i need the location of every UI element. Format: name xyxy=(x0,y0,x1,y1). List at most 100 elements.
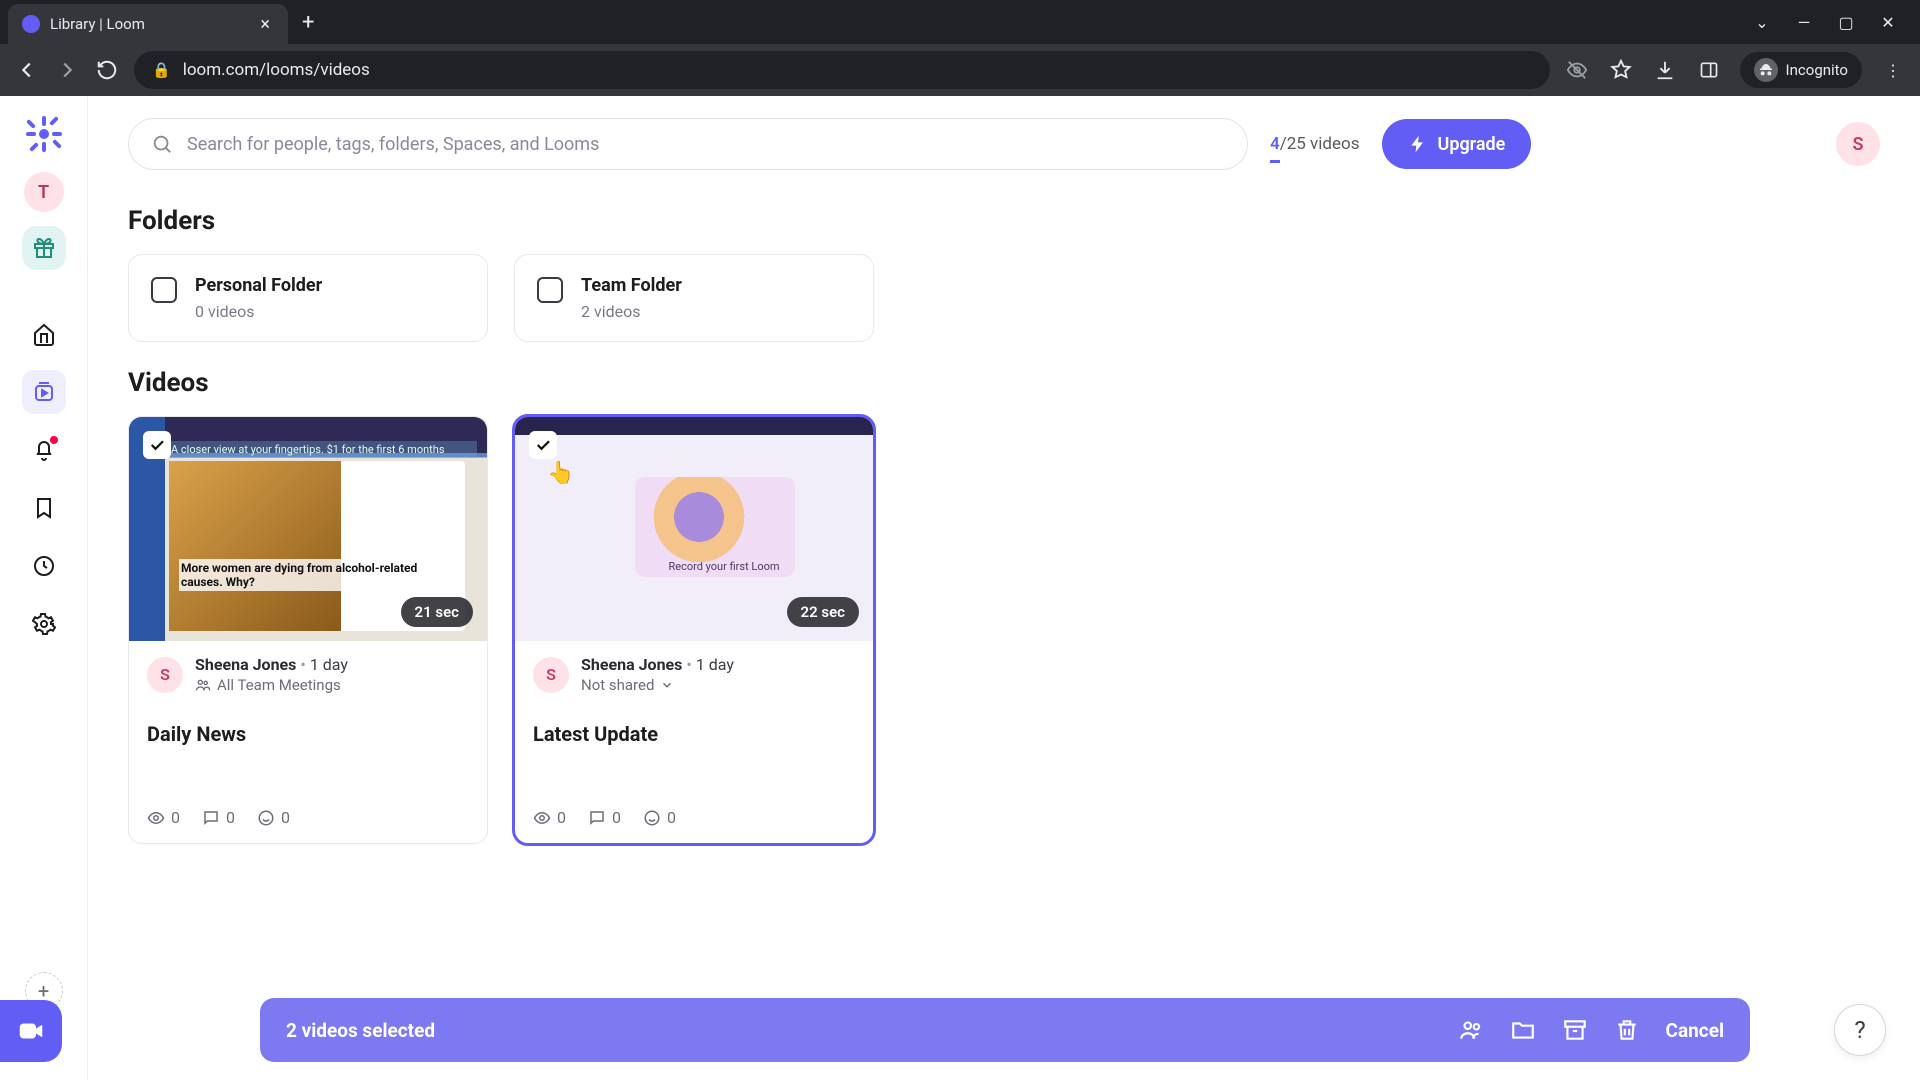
main-content: Search for people, tags, folders, Spaces… xyxy=(88,96,1920,1080)
sidebar: T + A xyxy=(0,96,88,1080)
video-thumbnail[interactable]: A closer view at your fingertips. $1 for… xyxy=(129,417,487,641)
folder-checkbox[interactable] xyxy=(151,277,177,303)
notifications-icon[interactable] xyxy=(22,428,66,472)
folder-subtitle: 0 videos xyxy=(195,302,322,321)
bookmark-icon[interactable] xyxy=(22,486,66,530)
upgrade-label: Upgrade xyxy=(1438,134,1506,155)
eye-icon xyxy=(533,809,551,827)
browser-menu-icon[interactable]: ⋮ xyxy=(1880,57,1906,83)
new-tab-button[interactable]: + xyxy=(302,10,314,35)
video-title: Daily News xyxy=(147,722,469,746)
tab-bar: Library | Loom × + ⌄ — ▢ ✕ xyxy=(0,0,1920,44)
incognito-label: Incognito xyxy=(1786,61,1848,79)
bolt-icon xyxy=(1408,134,1428,154)
window-maximize-icon[interactable]: ▢ xyxy=(1836,13,1856,32)
address-bar: 🔒 loom.com/looms/videos Incognito ⋮ xyxy=(0,44,1920,96)
video-quota[interactable]: 4/25 videos xyxy=(1270,134,1360,154)
incognito-indicator[interactable]: Incognito xyxy=(1740,52,1862,88)
window-close-icon[interactable]: ✕ xyxy=(1878,13,1898,32)
views-stat: 0 xyxy=(533,808,566,827)
folders-heading: Folders xyxy=(128,206,1880,236)
comment-icon xyxy=(588,809,606,827)
author-avatar[interactable]: S xyxy=(533,657,569,693)
eye-off-icon[interactable] xyxy=(1564,57,1590,83)
bookmark-star-icon[interactable] xyxy=(1608,57,1634,83)
comments-stat: 0 xyxy=(202,808,235,827)
smile-icon xyxy=(643,809,661,827)
search-icon xyxy=(151,133,173,155)
url-input[interactable]: 🔒 loom.com/looms/videos xyxy=(134,51,1550,89)
people-icon xyxy=(195,677,211,693)
duration-badge: 22 sec xyxy=(787,597,859,627)
window-minimize-icon[interactable]: — xyxy=(1794,13,1814,32)
video-meta: Sheena Jones•1 day xyxy=(195,655,348,674)
folder-checkbox[interactable] xyxy=(537,277,563,303)
nav-forward-icon[interactable] xyxy=(54,57,80,83)
browser-tab[interactable]: Library | Loom × xyxy=(8,4,288,44)
topbar: Search for people, tags, folders, Spaces… xyxy=(128,96,1880,180)
library-icon[interactable] xyxy=(22,370,66,414)
home-icon[interactable] xyxy=(22,312,66,356)
loom-logo[interactable] xyxy=(24,114,64,154)
archive-icon[interactable] xyxy=(1562,1017,1588,1043)
comments-stat: 0 xyxy=(588,808,621,827)
user-avatar[interactable]: S xyxy=(1836,122,1880,166)
settings-icon[interactable] xyxy=(22,602,66,646)
reactions-stat: 0 xyxy=(643,808,676,827)
panel-icon[interactable] xyxy=(1696,57,1722,83)
tab-close-icon[interactable]: × xyxy=(256,12,274,37)
eye-icon xyxy=(147,809,165,827)
tab-overflow-icon[interactable]: ⌄ xyxy=(1752,13,1772,32)
folder-name: Team Folder xyxy=(581,275,682,296)
share-status[interactable]: All Team Meetings xyxy=(195,676,348,694)
folders-list: Personal Folder 0 videos Team Folder 2 v… xyxy=(128,254,1880,342)
videos-list: A closer view at your fingertips. $1 for… xyxy=(128,416,1880,844)
url-text: loom.com/looms/videos xyxy=(183,60,370,80)
video-stats: 0 0 0 xyxy=(533,808,855,827)
comment-icon xyxy=(202,809,220,827)
nav-back-icon[interactable] xyxy=(14,57,40,83)
reactions-stat: 0 xyxy=(257,808,290,827)
cursor-icon: 👆 xyxy=(547,461,574,486)
video-stats: 0 0 0 xyxy=(147,808,469,827)
video-card[interactable]: Record your first Loom 👆 22 sec S Sheena… xyxy=(514,416,874,844)
browser-chrome: Library | Loom × + ⌄ — ▢ ✕ 🔒 loom.com/lo… xyxy=(0,0,1920,96)
nav-reload-icon[interactable] xyxy=(94,57,120,83)
downloads-icon[interactable] xyxy=(1652,57,1678,83)
tab-title: Library | Loom xyxy=(50,15,246,33)
delete-icon[interactable] xyxy=(1614,1017,1640,1043)
video-card[interactable]: A closer view at your fingertips. $1 for… xyxy=(128,416,488,844)
selection-count: 2 videos selected xyxy=(286,1019,435,1042)
chevron-down-icon xyxy=(660,678,674,692)
folder-card[interactable]: Personal Folder 0 videos xyxy=(128,254,488,342)
search-placeholder: Search for people, tags, folders, Spaces… xyxy=(187,134,599,155)
cancel-selection-button[interactable]: Cancel xyxy=(1666,1019,1724,1042)
video-thumbnail[interactable]: Record your first Loom 👆 22 sec xyxy=(515,417,873,641)
folder-subtitle: 2 videos xyxy=(581,302,682,321)
help-button[interactable]: ? xyxy=(1834,1004,1886,1056)
upgrade-button[interactable]: Upgrade xyxy=(1382,119,1532,169)
video-select-checkbox[interactable] xyxy=(529,431,557,459)
address-bar-actions: Incognito ⋮ xyxy=(1564,52,1906,88)
video-meta: Sheena Jones•1 day xyxy=(581,655,734,674)
folder-card[interactable]: Team Folder 2 videos xyxy=(514,254,874,342)
gift-icon[interactable] xyxy=(22,226,66,270)
app-root: T + A Search for people, tags, folders, … xyxy=(0,96,1920,1080)
record-fab[interactable] xyxy=(0,1000,62,1062)
smile-icon xyxy=(257,809,275,827)
share-users-icon[interactable] xyxy=(1458,1017,1484,1043)
video-select-checkbox[interactable] xyxy=(143,431,171,459)
videos-heading: Videos xyxy=(128,368,1880,398)
search-input[interactable]: Search for people, tags, folders, Spaces… xyxy=(128,118,1248,170)
video-camera-icon xyxy=(16,1016,46,1046)
move-folder-icon[interactable] xyxy=(1510,1017,1536,1043)
folder-name: Personal Folder xyxy=(195,275,322,296)
share-status[interactable]: Not shared xyxy=(581,676,734,694)
views-stat: 0 xyxy=(147,808,180,827)
author-avatar[interactable]: S xyxy=(147,657,183,693)
workspace-avatar[interactable]: T xyxy=(24,172,64,212)
window-controls: ⌄ — ▢ ✕ xyxy=(1752,13,1912,32)
incognito-icon xyxy=(1754,58,1778,82)
history-icon[interactable] xyxy=(22,544,66,588)
lock-icon: 🔒 xyxy=(152,61,171,79)
